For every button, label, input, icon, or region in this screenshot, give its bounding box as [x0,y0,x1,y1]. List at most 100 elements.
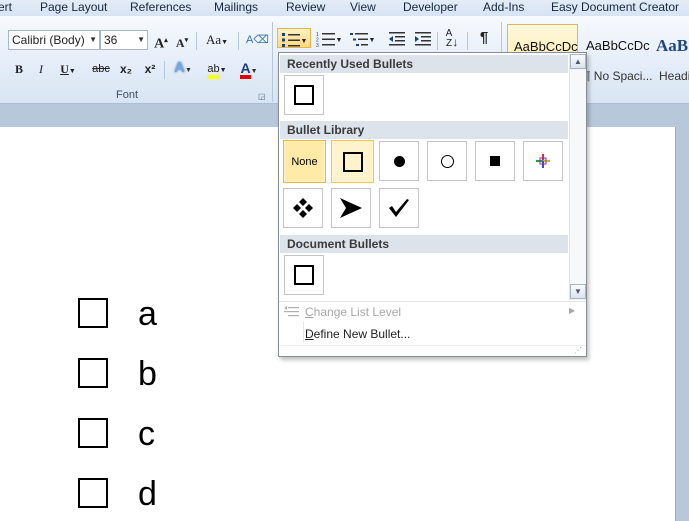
list-item-text: a [138,295,157,333]
font-color-button[interactable]: A▼ [236,58,262,79]
bullet-four-diamonds[interactable] [283,188,323,228]
document-bullet-square[interactable] [284,255,324,295]
style-sample: AaBbCcDc [586,38,650,53]
strikethrough-icon: abc [92,63,110,75]
decrease-indent-button[interactable] [386,28,408,48]
divider [196,32,197,50]
bullet-library-header: Bullet Library [280,121,568,139]
check-mark-icon [389,199,409,217]
tab-easy-document-creator[interactable]: Easy Document Creator [551,0,679,14]
tab-mailings[interactable]: Mailings [214,0,258,14]
arrowhead-icon [340,198,362,218]
show-formatting-marks-button[interactable]: ¶ [474,28,494,48]
style-no-spacing[interactable]: AaBbCcDc ¶ No Spaci... [580,24,652,94]
hollow-square-bullet-icon [78,478,108,508]
tab-view[interactable]: View [350,0,376,14]
ribbon-tabs: ert Page Layout References Mailings Revi… [0,0,689,16]
grow-font-button[interactable]: A▴ [152,30,170,52]
tab-add-ins[interactable]: Add-Ins [483,0,524,14]
font-group-label: Font [116,89,139,101]
bullet-hollow-circle[interactable] [427,141,467,181]
bold-button[interactable]: B [11,59,27,79]
font-name-combo[interactable]: Calibri (Body) ▼ [8,30,100,50]
shrink-font-button[interactable]: A▾ [174,30,190,50]
bullet-none-label: None [291,155,318,168]
multilevel-list-button[interactable]: ▼ [347,28,377,48]
bullets-icon [281,32,300,47]
grow-font-icon: A [154,36,165,52]
define-new-bullet-item[interactable]: Define New Bullet... [305,324,575,344]
divider [164,61,165,79]
increase-indent-icon [415,31,431,46]
hollow-square-bullet-icon [78,298,108,328]
recent-bullet-square[interactable] [284,75,324,115]
increase-indent-button[interactable] [412,28,434,48]
chevron-down-icon: ▼ [89,35,97,44]
subscript-icon: x₂ [119,62,132,76]
font-size-value: 36 [104,33,118,47]
superscript-button[interactable]: x² [140,59,160,79]
bullet-none[interactable]: None [283,140,326,183]
chevron-down-icon: ▼ [368,37,376,44]
bullets-button[interactable]: ▼ [277,28,311,48]
tab-review[interactable]: Review [286,0,325,14]
dropdown-scrollbar[interactable]: ▲ ▼ [569,54,586,300]
tab-insert[interactable]: ert [0,0,12,14]
filled-square-icon [490,156,500,166]
chevron-down-icon: ▼ [137,35,145,44]
superscript-icon: x² [144,62,156,76]
font-dialog-launcher-icon[interactable]: ◲ [258,92,266,101]
highlight-button[interactable]: ab▼ [202,59,232,79]
style-heading-1[interactable]: AaB Headi [653,24,689,94]
strikethrough-button[interactable]: abc [90,59,112,79]
bullet-check-mark[interactable] [379,188,419,228]
filled-circle-icon [393,155,405,167]
subscript-button[interactable]: x₂ [116,59,136,79]
multilevel-list-icon [349,32,368,46]
change-list-level-icon [284,305,300,319]
list-item-text: c [138,415,155,453]
bullet-colored-crosshair[interactable] [523,141,563,181]
style-sample: AaB [656,36,689,55]
change-list-level-item[interactable]: Change List Level [305,302,575,322]
tab-references[interactable]: References [130,0,191,14]
scroll-track[interactable] [570,70,586,284]
scroll-down-icon[interactable]: ▼ [570,284,586,299]
decrease-indent-icon [389,31,405,46]
style-name: ¶ No Spaci... [584,69,653,83]
chevron-down-icon: ▼ [335,37,343,44]
divider [467,32,468,50]
bullet-filled-circle[interactable] [379,141,419,181]
tab-developer[interactable]: Developer [403,0,458,14]
numbering-button[interactable]: 1 2 3 ▼ [314,28,344,49]
pilcrow-icon: ¶ [479,29,489,46]
svg-text:3: 3 [316,43,319,47]
clear-formatting-button[interactable]: A⌫ [246,30,269,50]
document-bullets-header: Document Bullets [280,235,568,253]
underline-button[interactable]: U▼ [56,59,80,79]
colored-crosshair-icon [536,154,550,168]
divider [437,32,438,50]
change-case-button[interactable]: Aa▼ [204,30,230,50]
highlight-icon: ab [207,63,220,79]
list-item-text: d [138,475,157,513]
font-size-combo[interactable]: 36 ▼ [100,30,148,50]
italic-button[interactable]: I [33,59,49,79]
shrink-font-icon: A [175,36,185,50]
hollow-square-bullet-icon [78,418,108,448]
bullet-arrowhead[interactable] [331,188,371,228]
tab-page-layout[interactable]: Page Layout [40,0,107,14]
eraser-icon: A⌫ [246,34,269,46]
scroll-up-icon[interactable]: ▲ [570,54,586,69]
define-new-bullet-label: Define New Bullet... [305,327,411,341]
sort-button[interactable]: A Z↓ [441,28,463,49]
font-color-icon: A [240,61,251,79]
resize-grip-icon[interactable]: ⋰ [574,346,582,355]
bullet-hollow-square[interactable] [331,140,374,183]
hollow-square-icon [294,85,314,105]
change-list-level-label: Change List Level [305,305,402,319]
text-effects-button[interactable]: A▼ [170,58,196,78]
bullet-filled-square[interactable] [475,141,515,181]
bullets-dropdown: Recently Used Bullets Bullet Library Non… [278,52,587,357]
style-name: Headi [659,69,689,83]
